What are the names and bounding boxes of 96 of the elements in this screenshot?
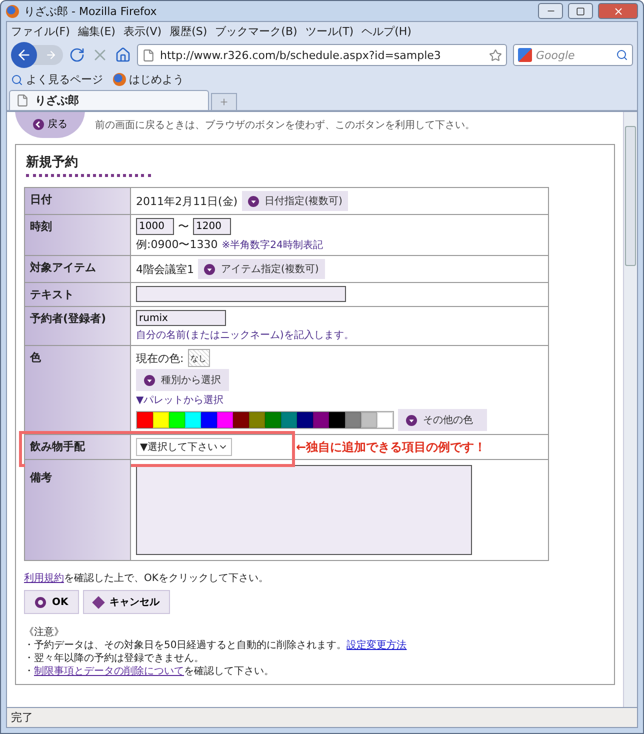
color-swatch[interactable] bbox=[265, 412, 281, 428]
menu-item[interactable]: 履歴(S) bbox=[170, 24, 208, 38]
forward-button[interactable] bbox=[33, 45, 63, 65]
scrollbar[interactable] bbox=[623, 112, 637, 707]
color-swatch[interactable] bbox=[297, 412, 313, 428]
color-swatch[interactable] bbox=[313, 412, 329, 428]
other-color-button[interactable]: その他の色 bbox=[398, 409, 487, 431]
arrow-right-icon bbox=[45, 49, 57, 61]
caret-icon bbox=[248, 196, 259, 206]
color-swatch[interactable] bbox=[281, 412, 297, 428]
row-label: 時刻 bbox=[25, 215, 131, 255]
color-swatch[interactable] bbox=[137, 412, 153, 428]
page-icon bbox=[16, 94, 29, 107]
field-value: 2011年2月11日(金) bbox=[136, 194, 238, 208]
terms-text: 利用規約を確認した上で、OKをクリックして下さい。 bbox=[24, 572, 270, 585]
search-field[interactable]: Google bbox=[513, 44, 633, 66]
color-preview: なし bbox=[188, 349, 210, 367]
status-text: 完了 bbox=[6, 708, 638, 728]
separator-text: 〜 bbox=[178, 219, 189, 234]
notes-title: 《注意》 bbox=[24, 626, 65, 639]
caret-icon bbox=[144, 374, 155, 386]
end-time-input[interactable]: 1200 bbox=[193, 218, 231, 235]
note-text: ・翌々年以降の予約は登録できません。 bbox=[24, 652, 205, 665]
select-button[interactable]: アイテム指定(複数可) bbox=[198, 259, 325, 279]
row-label: 色 bbox=[25, 346, 131, 434]
color-swatch[interactable] bbox=[329, 412, 345, 428]
hint-text: 前の画面に戻るときは、ブラウザのボタンを使わず、このボタンを利用して下さい。 bbox=[95, 118, 475, 132]
color-swatch[interactable] bbox=[185, 412, 201, 428]
star-icon bbox=[489, 48, 502, 62]
row-label: 対象アイテム bbox=[25, 256, 131, 282]
minimize-button[interactable] bbox=[538, 3, 563, 19]
row-label: 日付 bbox=[25, 188, 131, 214]
caret-icon bbox=[204, 264, 215, 274]
form-title: 新規予約 bbox=[26, 153, 151, 177]
current-color-label: 現在の色: bbox=[136, 350, 184, 366]
color-swatch[interactable] bbox=[345, 412, 361, 428]
menu-item[interactable]: ツール(T) bbox=[305, 24, 354, 38]
color-swatch[interactable] bbox=[217, 412, 233, 428]
close-icon bbox=[612, 6, 624, 16]
search-icon bbox=[11, 74, 23, 86]
plus-icon bbox=[219, 97, 229, 107]
maximize-button[interactable] bbox=[568, 3, 593, 19]
row-label: 備考 bbox=[25, 460, 131, 560]
bookmark-item[interactable]: はじめよう bbox=[113, 72, 184, 87]
menu-item[interactable]: ヘルプ(H) bbox=[362, 24, 412, 38]
name-input[interactable]: rumix bbox=[136, 310, 226, 326]
menu-item[interactable]: 編集(E) bbox=[78, 24, 116, 38]
color-swatch[interactable] bbox=[233, 412, 249, 428]
color-swatch[interactable] bbox=[377, 412, 393, 428]
firefox-icon bbox=[113, 73, 126, 86]
reload-icon[interactable] bbox=[69, 47, 85, 63]
maximize-icon bbox=[576, 6, 585, 16]
menu-item[interactable]: ファイル(F) bbox=[11, 24, 70, 38]
category-button[interactable]: 種別から選択 bbox=[136, 369, 229, 391]
ring-icon bbox=[35, 596, 46, 608]
back-button[interactable] bbox=[11, 42, 37, 68]
text-input[interactable] bbox=[136, 286, 346, 302]
menu-item[interactable]: ブックマーク(B) bbox=[215, 24, 298, 38]
start-time-input[interactable]: 1000 bbox=[136, 218, 174, 235]
color-swatch[interactable] bbox=[249, 412, 265, 428]
browser-tab[interactable]: りざぶ郎 bbox=[9, 90, 209, 110]
row-label: テキスト bbox=[25, 283, 131, 306]
new-tab-button[interactable] bbox=[211, 93, 237, 110]
search-icon bbox=[616, 49, 628, 61]
bookmark-item[interactable]: よく見るページ bbox=[11, 72, 103, 87]
home-icon[interactable] bbox=[115, 47, 131, 63]
search-engine-icon bbox=[518, 48, 532, 62]
window-title: りざぶ郎 - Mozilla Firefox bbox=[24, 4, 158, 18]
color-swatch[interactable] bbox=[361, 412, 377, 428]
note-link[interactable]: 設定変更方法 bbox=[346, 640, 407, 651]
address-field[interactable]: http://www.r326.com/b/schedule.aspx?id=sample3 bbox=[137, 44, 507, 66]
annotation-text: ←独自に追加できる項目の例です！ bbox=[296, 438, 486, 456]
cancel-button[interactable]: キャンセル bbox=[83, 590, 170, 614]
drink-select[interactable]: ▼選択して下さい bbox=[136, 438, 232, 456]
ok-button[interactable]: OK bbox=[24, 590, 80, 614]
field-value: 4階会議室1 bbox=[136, 262, 194, 276]
example-text: 例:0900〜1330 bbox=[136, 237, 218, 252]
firefox-icon bbox=[6, 4, 19, 18]
hint-text: 自分の名前(またはニックネーム)を記入します。 bbox=[136, 328, 355, 342]
select-button[interactable]: 日付指定(複数可) bbox=[242, 191, 348, 211]
page-icon bbox=[142, 48, 155, 62]
color-swatch[interactable] bbox=[169, 412, 185, 428]
color-swatch[interactable] bbox=[153, 412, 169, 428]
caret-icon bbox=[406, 414, 417, 426]
row-label: 予約者(登録者) bbox=[25, 307, 131, 345]
palette-label: ▼パレットから選択 bbox=[136, 394, 225, 407]
note-text: ・制限事項とデータの削除についてを確認して下さい。 bbox=[24, 665, 275, 678]
terms-link[interactable]: 利用規約 bbox=[24, 573, 64, 584]
format-note: ※半角数字24時制表記 bbox=[222, 238, 323, 252]
back-page-button[interactable]: 戻る bbox=[15, 112, 85, 138]
close-button[interactable] bbox=[598, 3, 638, 19]
menu-item[interactable]: 表示(V) bbox=[123, 24, 162, 38]
note-text: ・予約データは、その対象日を50日経過すると自動的に削除されます。設定変更方法 bbox=[24, 639, 408, 652]
note-link[interactable]: 制限事項とデータの削除について bbox=[34, 666, 184, 677]
color-swatch[interactable] bbox=[201, 412, 217, 428]
memo-textarea[interactable] bbox=[136, 465, 472, 555]
